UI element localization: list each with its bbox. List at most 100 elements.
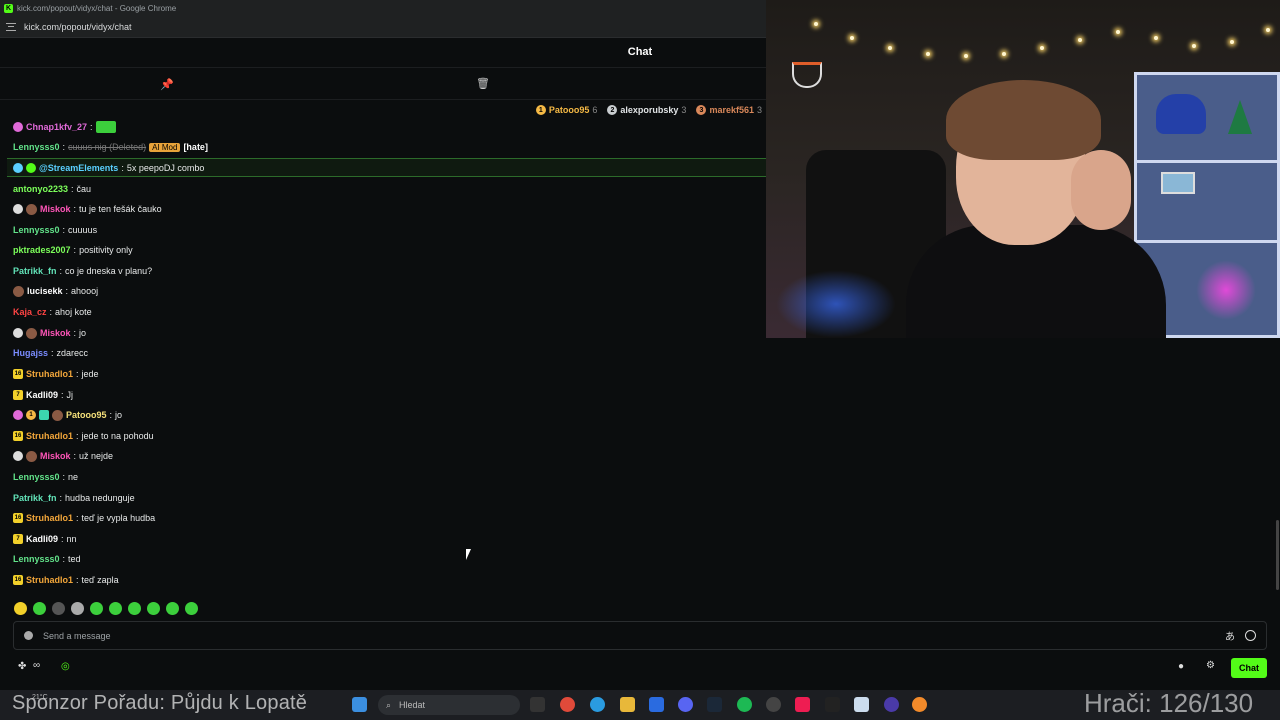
- app-icon[interactable]: [884, 697, 899, 712]
- chat-username[interactable]: Lennysss0: [13, 554, 60, 564]
- chat-username[interactable]: Patooo95: [66, 410, 107, 420]
- obs-icon[interactable]: [766, 697, 781, 712]
- chat-username[interactable]: Kadli09: [26, 534, 58, 544]
- send-chat-button[interactable]: Chat: [1231, 658, 1267, 678]
- emote-icon[interactable]: [33, 601, 46, 615]
- chat-text: hudba nedunguje: [65, 493, 135, 503]
- pin-icon[interactable]: 📌: [160, 78, 174, 91]
- chat-username[interactable]: Patrikk_fn: [13, 493, 57, 503]
- shield-icon[interactable]: [24, 631, 33, 640]
- chat-messages[interactable]: Chnap1kfv_27: Lennysss0: cuuus nig (Dele…: [0, 118, 766, 608]
- emote-icon[interactable]: [52, 601, 65, 615]
- kick-coin-icon[interactable]: ◎: [61, 661, 70, 672]
- steam-icon[interactable]: [707, 697, 722, 712]
- avatar-badge-icon: [26, 203, 37, 215]
- chat-username[interactable]: Kadli09: [26, 390, 58, 400]
- string-light: [1002, 52, 1006, 56]
- chat-username[interactable]: pktrades2007: [13, 245, 71, 255]
- chat-username[interactable]: antonyo2233: [13, 184, 68, 194]
- chat-username[interactable]: Struhadlo1: [26, 575, 73, 585]
- chat-message[interactable]: Patrikk_fn: hudba nedunguje: [13, 489, 135, 507]
- chat-username[interactable]: Kaja_cz: [13, 307, 47, 317]
- chat-message[interactable]: Chnap1kfv_27:: [13, 118, 116, 136]
- notepad-icon[interactable]: [854, 697, 869, 712]
- task-view-icon[interactable]: [530, 697, 545, 712]
- chat-username[interactable]: Struhadlo1: [26, 431, 73, 441]
- discord-icon[interactable]: [678, 697, 693, 712]
- emote-icon[interactable]: [147, 601, 160, 615]
- chat-message[interactable]: lucisekk: ahoooj: [13, 282, 98, 300]
- calculator-icon[interactable]: [649, 697, 664, 712]
- chat-message[interactable]: Hugajss: zdarecc: [13, 344, 88, 362]
- windows-start-icon[interactable]: [352, 697, 367, 712]
- ai-mod-tag: AI Mod: [149, 142, 181, 152]
- chat-username[interactable]: Struhadlo1: [26, 369, 73, 379]
- chat-message[interactable]: Miskok: jo: [13, 324, 86, 342]
- gear-icon[interactable]: ⚙: [1206, 660, 1215, 671]
- chat-message[interactable]: Lennysss0: cuuuus: [13, 221, 97, 239]
- gift-icon[interactable]: ✤: [18, 661, 26, 672]
- chat-message[interactable]: pktrades2007: positivity only: [13, 241, 133, 259]
- chat-message[interactable]: 16 Struhadlo1: teď zapla: [13, 571, 119, 589]
- emote-icon[interactable]: [166, 601, 179, 615]
- chat-message[interactable]: 16 Struhadlo1: jede to na pohodu: [13, 427, 154, 445]
- chat-username[interactable]: Struhadlo1: [26, 513, 73, 523]
- chat-username[interactable]: Miskok: [40, 451, 71, 461]
- emote-icon[interactable]: [185, 601, 198, 615]
- chat-message[interactable]: antonyo2233: čau: [13, 180, 91, 198]
- chat-message[interactable]: @StreamElements: 5x peepoDJ combo: [13, 159, 204, 177]
- edge-icon[interactable]: [590, 697, 605, 712]
- chat-message[interactable]: 7 Kadli09: Jj: [13, 386, 73, 404]
- chat-message[interactable]: Lennysss0: cuuus nig (Deleted) AI Mod [h…: [13, 138, 208, 156]
- emote-icon[interactable]: [14, 601, 27, 615]
- tiktok-icon[interactable]: [795, 697, 810, 712]
- chat-username[interactable]: Miskok: [40, 328, 71, 338]
- firefox-icon[interactable]: [912, 697, 927, 712]
- leaderboard-item[interactable]: 1 Patooo95 6: [535, 105, 597, 115]
- emote-icon[interactable]: [109, 601, 122, 615]
- trash-icon[interactable]: 🗑: [476, 77, 490, 90]
- chat-input-box[interactable]: あ: [13, 621, 1267, 650]
- infinity-icon[interactable]: ∞: [33, 660, 40, 671]
- scrollbar[interactable]: [1276, 520, 1279, 590]
- chat-message[interactable]: Lennysss0: ne: [13, 468, 78, 486]
- chat-username[interactable]: lucisekk: [27, 286, 63, 296]
- chat-username[interactable]: Chnap1kfv_27: [26, 122, 87, 132]
- chat-username[interactable]: Patrikk_fn: [13, 266, 57, 276]
- taskbar-search[interactable]: ⌕ Hledat: [378, 695, 520, 715]
- chat-username[interactable]: @StreamElements: [39, 163, 118, 173]
- chat-username[interactable]: Lennysss0: [13, 472, 60, 482]
- chat-message[interactable]: Lennysss0: ted: [13, 550, 81, 568]
- chat-username[interactable]: Lennysss0: [13, 225, 60, 235]
- chat-message[interactable]: 1 Patooo95: jo: [13, 406, 122, 424]
- chat-username[interactable]: Hugajss: [13, 348, 48, 358]
- chat-message[interactable]: 16 Struhadlo1: teď je vypla hudba: [13, 509, 155, 527]
- string-light: [1192, 44, 1196, 48]
- chrome-icon[interactable]: [560, 697, 575, 712]
- chat-text: jo: [115, 410, 123, 420]
- emote-icon[interactable]: [71, 601, 84, 615]
- emote-icon[interactable]: [128, 601, 141, 615]
- chat-message[interactable]: 7 Kadli09: nn: [13, 530, 77, 548]
- site-info-icon[interactable]: [6, 22, 16, 31]
- file-explorer-icon[interactable]: [620, 697, 635, 712]
- leaderboard-item[interactable]: 3 marekf561 3: [696, 105, 762, 115]
- emote-icon[interactable]: [90, 601, 103, 615]
- capcut-icon[interactable]: [825, 697, 840, 712]
- message-input[interactable]: [43, 630, 1215, 641]
- chat-bubble-icon[interactable]: ●: [1178, 661, 1184, 672]
- chat-message[interactable]: Kaja_cz: ahoj kote: [13, 303, 92, 321]
- translate-icon[interactable]: あ: [1225, 628, 1235, 643]
- chat-username[interactable]: Lennysss0: [13, 142, 60, 152]
- search-label: Hledat: [399, 700, 426, 710]
- chat-message[interactable]: Patrikk_fn: co je dneska v planu?: [13, 262, 152, 280]
- emoji-icon[interactable]: [1245, 630, 1256, 641]
- url-text[interactable]: kick.com/popout/vidyx/chat: [24, 22, 132, 32]
- chat-message[interactable]: Miskok: už nejde: [13, 447, 113, 465]
- chat-username[interactable]: Miskok: [40, 204, 71, 214]
- leaderboard-item[interactable]: 2 alexporubsky 3: [607, 105, 686, 115]
- spotify-icon[interactable]: [737, 697, 752, 712]
- address-bar[interactable]: kick.com/popout/vidyx/chat: [0, 16, 766, 38]
- chat-message[interactable]: 16 Struhadlo1: jede: [13, 365, 99, 383]
- chat-message[interactable]: Miskok: tu je ten fešák čauko: [13, 200, 162, 218]
